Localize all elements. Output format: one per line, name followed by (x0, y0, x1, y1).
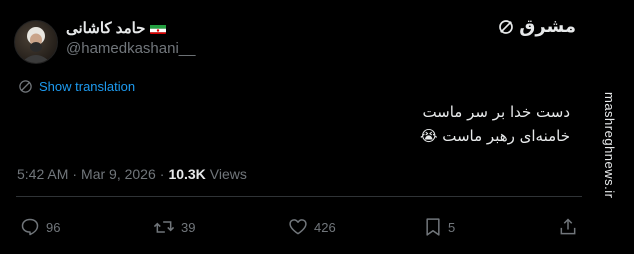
tweet-body: دست خدا بر سر ماست خامنه‌ای رهبر ماست 😭 (420, 100, 570, 148)
show-translation-link[interactable]: Show translation (18, 79, 135, 94)
repost-count: 39 (181, 219, 196, 235)
author-name[interactable]: حامد کاشانی (66, 18, 167, 38)
share-icon (560, 218, 576, 235)
avatar[interactable] (14, 20, 58, 64)
bookmark-count: 5 (448, 219, 456, 235)
divider (16, 196, 582, 197)
author-handle[interactable]: @hamedkashani__ (66, 40, 195, 57)
brand-slash-icon (499, 19, 514, 34)
bookmark-button[interactable]: 5 (424, 217, 455, 237)
views-count: 10.3K (168, 166, 206, 182)
side-watermark-banner: mashreghnews.ir (596, 0, 634, 254)
views-label: Views (209, 166, 247, 182)
reply-icon (21, 218, 39, 236)
repost-icon (153, 221, 175, 233)
meta-separator: · (159, 166, 165, 182)
tweet-body-line-2: خامنه‌ای رهبر ماست 😭 (419, 127, 570, 145)
author-name-text[interactable]: حامد کاشانی (66, 19, 145, 37)
like-button[interactable]: 426 (288, 217, 336, 237)
share-button[interactable] (558, 217, 578, 237)
tweet-date[interactable]: Mar 9, 2026 (81, 166, 156, 182)
tweet-card: حامد کاشانی @hamedkashani__ Show transla… (0, 0, 596, 254)
bookmark-icon (426, 218, 440, 236)
show-translation-label[interactable]: Show translation (39, 79, 135, 94)
tweet-body-line-1: دست خدا بر سر ماست (422, 103, 570, 121)
iran-flag-icon (150, 23, 167, 34)
tweet-meta: 5:42 AM · Mar 9, 2026 · 10.3K Views (17, 166, 247, 182)
meta-separator: · (72, 166, 78, 182)
reply-button[interactable]: 96 (20, 217, 60, 237)
avatar-image (21, 27, 51, 63)
tweet-actions: 96 39 426 5 (20, 217, 580, 239)
reply-count: 96 (46, 219, 61, 235)
repost-button[interactable]: 39 (153, 217, 195, 237)
brand-text: مشرق (519, 16, 576, 37)
like-count: 426 (314, 219, 336, 235)
tweet-time[interactable]: 5:42 AM (17, 166, 68, 182)
heart-icon (289, 219, 307, 235)
site-watermark-text: mashreghnews.ir (602, 92, 617, 199)
brand-watermark: مشرق (497, 16, 576, 37)
translate-icon (19, 80, 32, 93)
